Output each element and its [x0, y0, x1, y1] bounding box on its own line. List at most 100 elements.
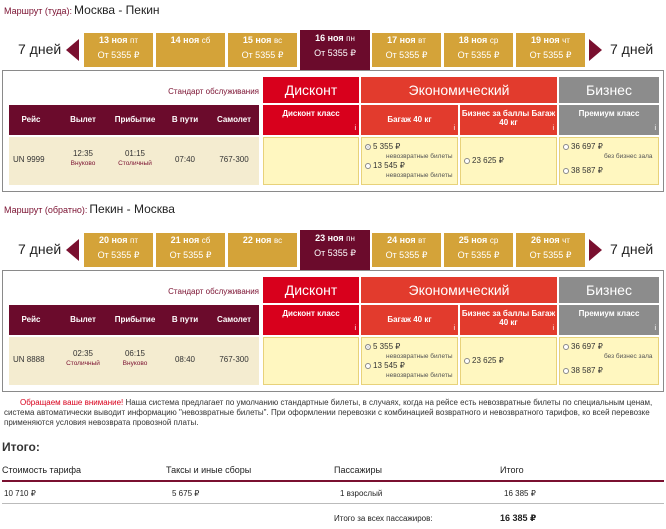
date-weekday: пт [130, 236, 139, 245]
departure-airport: Внуково [70, 160, 96, 167]
outbound-prev-arrow-icon[interactable] [66, 39, 79, 61]
column-header-row: Рейс Вылет Прибытие В пути Самолет [9, 105, 259, 135]
fare-option-36697[interactable]: 36 697 ₽ [563, 342, 603, 351]
date-cell[interactable]: 15 ноя вс От 5355 ₽ [228, 33, 298, 67]
return-fares-panel: Стандарт обслуживания Дисконт Экономичес… [2, 270, 664, 392]
info-icon[interactable]: i [552, 324, 554, 333]
fare-option-38587[interactable]: 38 587 ₽ [563, 366, 603, 375]
fare-option-13545[interactable]: 13 545 ₽ [365, 361, 405, 370]
date-cell[interactable]: 22 ноя вс [228, 233, 298, 267]
discount-header: Дисконт [263, 277, 359, 303]
aircraft-type: 767-300 [219, 155, 249, 164]
date-day: 21 ноя [170, 235, 200, 245]
fare-option-13545[interactable]: 13 545 ₽ [365, 161, 405, 170]
departure-time: 12:35 [72, 149, 94, 158]
date-price: От 5355 ₽ [97, 50, 140, 60]
date-cell[interactable]: 14 ноя сб [156, 33, 226, 67]
return-next-arrow-icon[interactable] [589, 239, 602, 261]
column-header-row: Рейс Вылет Прибытие В пути Самолет [9, 305, 259, 335]
business-fare-cell: 36 697 ₽ без бизнес зала 38 587 ₽ [559, 137, 659, 185]
sub-premium-class: Премиум класс i [559, 305, 659, 335]
info-icon[interactable]: i [354, 124, 356, 133]
outbound-prev-days-link[interactable]: 7 дней [18, 41, 61, 57]
return-next-days-link[interactable]: 7 дней [610, 241, 653, 257]
date-cell[interactable]: 16 ноя пн От 5355 ₽ [300, 30, 370, 70]
nonrefundable-note: невозвратные билеты [386, 372, 453, 379]
economy-header: Экономический [361, 77, 557, 103]
economy-bag40-fare-cell: 5 355 ₽ невозвратные билеты 13 545 ₽ нев… [361, 137, 458, 185]
summary-all-passengers-label: Итого за всех пассажиров: [334, 514, 433, 523]
fare-option-5355[interactable]: 5 355 ₽ [365, 142, 400, 151]
sub-discount-class: Дисконт класс i [263, 305, 359, 335]
date-price: От 5355 ₽ [385, 50, 428, 60]
date-price: От 5355 ₽ [457, 250, 500, 260]
date-cell[interactable]: 24 ноя вт От 5355 ₽ [372, 233, 442, 267]
radio-icon[interactable] [365, 162, 371, 169]
info-icon[interactable]: i [552, 124, 554, 133]
date-cell[interactable]: 17 ноя вт От 5355 ₽ [372, 33, 442, 67]
radio-icon[interactable] [563, 343, 569, 350]
fare-option-36697[interactable]: 36 697 ₽ [563, 142, 603, 151]
fare-option-38587[interactable]: 38 587 ₽ [563, 166, 603, 175]
info-icon[interactable]: i [453, 124, 455, 133]
flight-number: UN 8888 [13, 355, 45, 364]
summary-header-fare: Стоимость тарифа [2, 465, 82, 475]
outbound-next-days-link[interactable]: 7 дней [610, 41, 653, 57]
date-day: 20 ноя [98, 235, 128, 245]
sub-premium-class: Премиум класс i [559, 105, 659, 135]
outbound-next-arrow-icon[interactable] [589, 39, 602, 61]
summary-header-total: Итого [500, 465, 524, 475]
departure-time: 02:35 [72, 349, 94, 358]
info-icon[interactable]: i [354, 324, 356, 333]
date-day: 17 ноя [387, 35, 416, 45]
radio-icon[interactable] [464, 357, 470, 364]
nonrefundable-note: невозвратные билеты [386, 153, 453, 160]
date-cell[interactable]: 18 ноя ср От 5355 ₽ [444, 33, 514, 67]
summary-header-passengers: Пассажиры [334, 465, 383, 475]
return-prev-days-link[interactable]: 7 дней [18, 241, 61, 257]
summary-divider [2, 480, 664, 482]
date-cell[interactable]: 25 ноя ср От 5355 ₽ [444, 233, 514, 267]
col-departure: Вылет [70, 315, 96, 324]
sub-business-points: Бизнес за баллы Багаж 40 кг i [460, 305, 557, 335]
info-icon[interactable]: i [654, 324, 656, 333]
date-day: 15 ноя [242, 35, 272, 45]
info-icon[interactable]: i [453, 324, 455, 333]
date-day: 24 ноя [387, 235, 416, 245]
economy-bag40-fare-cell: 5 355 ₽ невозвратные билеты 13 545 ₽ нев… [361, 337, 458, 385]
aircraft-type: 767-300 [219, 355, 249, 364]
radio-icon[interactable] [464, 157, 470, 164]
date-cell[interactable]: 23 ноя пн От 5355 ₽ [300, 230, 370, 270]
radio-selected-icon[interactable] [365, 343, 371, 350]
business-header: Бизнес [559, 277, 659, 303]
return-prev-arrow-icon[interactable] [66, 239, 79, 261]
outbound-flight-row: UN 9999 12:35 Внуково 01:15 Столичный 07… [9, 137, 259, 185]
date-cell[interactable]: 26 ноя чт От 5355 ₽ [516, 233, 586, 267]
fare-option-23625[interactable]: 23 625 ₽ [464, 156, 504, 165]
date-cell[interactable]: 20 ноя пт От 5355 ₽ [84, 233, 154, 267]
no-lounge-note: без бизнес зала [604, 353, 653, 360]
date-weekday: пн [346, 234, 355, 243]
radio-icon[interactable] [563, 167, 569, 174]
radio-icon[interactable] [563, 367, 569, 374]
flight-number: UN 9999 [13, 155, 45, 164]
date-cell[interactable]: 13 ноя пт От 5355 ₽ [84, 33, 154, 67]
fare-option-23625[interactable]: 23 625 ₽ [464, 356, 504, 365]
sub-bag40: Багаж 40 кг i [361, 305, 458, 335]
info-icon[interactable]: i [654, 124, 656, 133]
date-cell[interactable]: 19 ноя чт От 5355 ₽ [516, 33, 586, 67]
discount-fare-cell [263, 137, 359, 185]
radio-selected-icon[interactable] [365, 143, 371, 150]
summary-taxes-value: 5 675 ₽ [172, 489, 200, 498]
date-weekday: ср [489, 36, 499, 45]
radio-icon[interactable] [563, 143, 569, 150]
departure-airport: Столичный [66, 360, 100, 367]
radio-icon[interactable] [365, 362, 371, 369]
flight-duration: 07:40 [174, 155, 196, 164]
return-route-title: Маршрут (обратно): Пекин - Москва [4, 202, 175, 216]
date-weekday: вс [273, 236, 283, 245]
economy-points-fare-cell: 23 625 ₽ [460, 337, 557, 385]
date-cell[interactable]: 21 ноя сб От 5355 ₽ [156, 233, 226, 267]
fare-option-5355[interactable]: 5 355 ₽ [365, 342, 400, 351]
date-day: 18 ноя [458, 35, 488, 45]
